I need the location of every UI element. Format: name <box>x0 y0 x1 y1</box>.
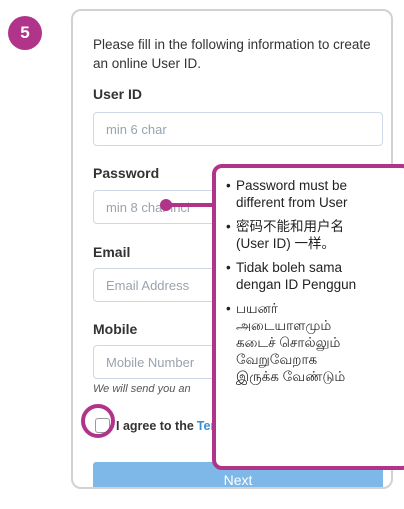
password-label: Password <box>93 165 160 181</box>
callout-note-tamil: • பயனர் அடையாளமும் கடைச் சொல்லும் வேறுவே… <box>226 300 404 385</box>
bullet-point: • <box>226 178 231 193</box>
note-text: Password must be different from User <box>236 178 348 210</box>
mobile-label: Mobile <box>93 321 138 337</box>
bullet-point: • <box>226 301 231 316</box>
bullet-point: • <box>226 219 231 234</box>
terms-agree-text: I agree to the <box>116 418 194 433</box>
mobile-helper-text: We will send you an <box>93 383 191 395</box>
note-text: பயனர் அடையாளமும் கடைச் சொல்லும் வேறுவேறா… <box>236 301 346 384</box>
bullet-point: • <box>226 260 231 275</box>
note-text: Tidak boleh sama dengan ID Penggun <box>236 260 357 292</box>
step-number-badge: 5 <box>8 16 42 50</box>
checkbox-highlight-circle <box>81 404 115 438</box>
note-text: 密码不能和用户名 (User ID) 一样。 <box>236 219 344 251</box>
email-label: Email <box>93 244 131 260</box>
callout-note-chinese: • 密码不能和用户名 (User ID) 一样。 <box>226 218 404 252</box>
callout-note-english: • Password must be different from User <box>226 177 404 211</box>
user-id-label: User ID <box>93 86 143 102</box>
callout-note-malay: • Tidak boleh sama dengan ID Penggun <box>226 259 404 293</box>
callout-pointer-line <box>166 203 216 207</box>
user-id-input[interactable]: min 6 char <box>93 112 383 146</box>
form-intro-text: Please fill in the following information… <box>93 37 371 71</box>
password-rule-callout: • Password must be different from User •… <box>212 164 404 470</box>
